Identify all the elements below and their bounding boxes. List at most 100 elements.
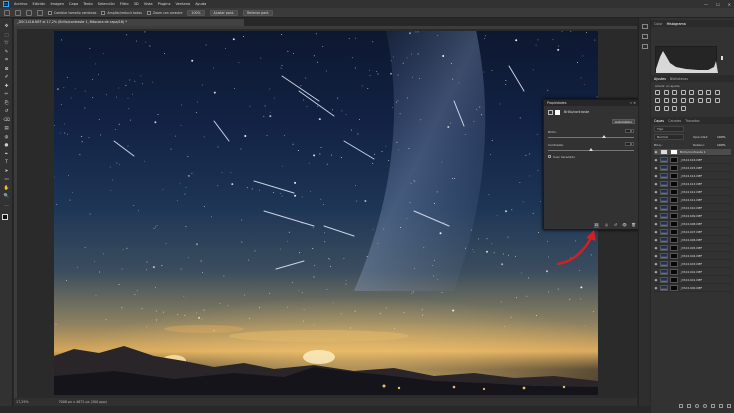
minimize-button[interactable]: — [704,2,708,7]
spot-heal-tool-icon[interactable]: ✚ [3,84,10,89]
eye-icon[interactable]: ◉ [654,286,658,290]
tab-canales[interactable]: Canales [668,119,681,123]
resize-windows-checkbox[interactable]: Cambiar tamaño ventanas [48,10,96,15]
eye-icon[interactable]: ◉ [654,158,658,162]
adjustment-preset-icon[interactable] [706,98,711,103]
adjustment-preset-icon[interactable] [655,106,660,111]
tab-ajustes[interactable]: Ajustes [654,77,666,81]
eye-icon[interactable]: ◉ [654,214,658,218]
adjustment-preset-icon[interactable] [689,90,694,95]
more-tools-icon[interactable]: … [3,203,10,208]
eye-icon[interactable]: ◉ [654,206,658,210]
view-previous-icon[interactable]: ◎ [604,223,609,228]
foreground-color-swatch[interactable] [2,214,8,220]
eye-icon[interactable]: ◉ [654,254,658,258]
blur-tool-icon[interactable]: ◍ [3,135,10,140]
layer-mask-thumbnail[interactable] [670,197,678,203]
rectangle-tool-icon[interactable]: ▭ [3,177,10,182]
hand-tool-icon[interactable]: ✋ [3,186,10,191]
dodge-tool-icon[interactable]: ● [3,143,10,148]
gradient-tool-icon[interactable]: ▤ [3,126,10,131]
adjustment-preset-icon[interactable] [714,98,720,103]
opacity-value[interactable]: 100% [717,135,726,139]
eye-icon[interactable]: ◉ [654,246,658,250]
brush-panel-icon[interactable] [642,44,648,49]
layer-mask-thumbnail[interactable] [670,285,678,291]
zoom-tool-icon[interactable]: 🔍 [3,194,10,199]
layer-mask-thumbnail[interactable] [670,245,678,251]
adjustment-preset-icon[interactable] [672,106,677,111]
tab-histograma[interactable]: Histograma [667,22,686,26]
mask-icon[interactable] [695,403,699,408]
adjustment-preset-icon[interactable] [680,98,686,103]
eye-icon[interactable]: ◉ [654,270,658,274]
move-tool-icon[interactable]: ✥ [3,24,10,29]
layer-row[interactable]: ◉ _DSC1415.NEF [654,165,731,173]
zoom-tool-icon[interactable] [15,9,21,16]
layer-row[interactable]: ◉ _DSC1403.NEF [654,261,731,269]
eraser-tool-icon[interactable]: ⌫ [3,118,10,123]
document-info[interactable]: 7008 px x 4672 px (300 ppp) [59,400,107,404]
frame-tool-icon[interactable]: ⊠ [3,67,10,72]
contrast-slider-knob[interactable] [589,148,593,151]
contrast-value[interactable]: 0 [625,142,634,146]
tab-capas[interactable]: Capas [654,119,664,123]
layer-row[interactable]: ◉ _DSC1412.NEF [654,189,731,197]
layer-mask-thumbnail[interactable] [670,237,678,243]
layer-row[interactable]: ◉ _DSC1416.NEF [654,157,731,165]
menu-ventana[interactable]: Ventana [175,2,190,6]
menu-ayuda[interactable]: Ayuda [195,2,206,6]
history-brush-tool-icon[interactable]: ↺ [3,109,10,114]
fit-screen-button[interactable]: Ajustar pant. [209,9,239,16]
layer-row[interactable]: ◉ _DSC1406.NEF [654,237,731,245]
adjustment-preset-icon[interactable] [689,98,694,103]
layer-mask-thumbnail[interactable] [670,253,678,259]
brightness-slider-knob[interactable] [602,135,606,138]
layer-row[interactable]: ◉ _DSC1400.NEF [654,285,731,293]
eye-icon[interactable]: ◉ [654,238,658,242]
eye-icon[interactable]: ◉ [654,230,658,234]
menu-vista[interactable]: Vista [144,2,153,6]
maximize-button[interactable]: ☐ [716,2,720,7]
zoom-in-icon[interactable] [26,9,32,16]
eyedropper-tool-icon[interactable]: ✐ [3,75,10,80]
eye-icon[interactable]: ◉ [654,166,658,170]
tab-color[interactable]: Color [654,22,663,26]
fill-value[interactable]: 100% [717,143,726,147]
adjustment-preset-icon[interactable] [714,90,720,95]
crop-tool-icon[interactable]: ⌗ [3,58,10,63]
zoom-readout[interactable]: 17,29% [16,400,29,404]
layer-row[interactable]: ◉ _DSC1413.NEF [654,181,731,189]
fill-screen-button[interactable]: Rellenar pant. [243,9,274,16]
pen-tool-icon[interactable]: ✒ [3,152,10,157]
eye-icon[interactable]: ◉ [654,222,658,226]
night-sky-photo[interactable] [54,31,598,395]
properties-panel-icon[interactable] [642,34,648,39]
adjustment-icon[interactable] [703,403,707,408]
adjustment-preset-icon[interactable] [663,98,669,103]
eye-icon[interactable]: ◉ [654,150,658,154]
clone-stamp-tool-icon[interactable]: ⎘ [3,101,10,106]
layer-row[interactable]: ◉ _DSC1414.NEF [654,173,731,181]
layer-row[interactable]: ◉ _DSC1411.NEF [654,197,731,205]
link-icon[interactable] [679,403,683,408]
tab-bibliotecas[interactable]: Bibliotecas [670,77,688,81]
menu-plugins[interactable]: Plugins [158,2,171,6]
new-layer-icon[interactable] [719,403,723,408]
properties-close-button[interactable]: « ✕ [630,100,636,106]
layer-row[interactable]: ◉ _DSC1405.NEF [654,245,731,253]
layer-kind-filter[interactable]: Tipo [654,126,684,132]
adjustment-preset-icon[interactable] [680,90,686,95]
layer-mask-thumbnail[interactable] [670,189,678,195]
layer-mask-thumbnail[interactable] [670,261,678,267]
menu-archivo[interactable]: Archivo [14,2,27,6]
eye-icon[interactable]: ◉ [654,182,658,186]
layer-mask-thumbnail[interactable] [670,221,678,227]
eye-icon[interactable]: ◉ [654,262,658,266]
history-panel-icon[interactable] [642,24,648,29]
adjustment-preset-icon[interactable] [663,106,669,111]
type-tool-icon[interactable]: T [3,160,10,165]
layer-row[interactable]: ◉ Brillo/contraste 1 [654,149,731,157]
layer-row[interactable]: ◉ _DSC1407.NEF [654,229,731,237]
legacy-checkbox[interactable] [548,155,551,158]
